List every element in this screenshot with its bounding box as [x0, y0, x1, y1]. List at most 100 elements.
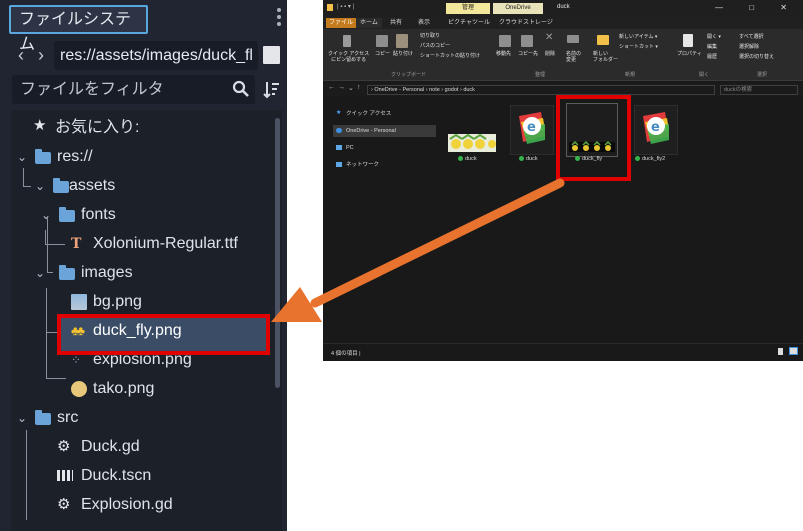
tree-item-label: src	[57, 409, 79, 426]
tako-sprite-icon	[71, 381, 87, 397]
details-view-icon[interactable]	[778, 348, 783, 355]
delete-icon: ✕	[545, 32, 554, 43]
window-controls[interactable]: — □ ✕	[715, 3, 799, 12]
recent-chevron-icon[interactable]: ⌄	[348, 84, 354, 92]
tree-guide	[45, 244, 65, 245]
tab-cloud-storage[interactable]: クラウドストレージ	[499, 18, 553, 28]
font-file-icon: T	[71, 236, 82, 252]
properties-icon	[683, 34, 693, 47]
context-tab-onedrive[interactable]: OneDrive	[493, 3, 543, 14]
large-icons-view-icon[interactable]	[789, 347, 798, 355]
chevron-down-icon[interactable]: ⌄	[17, 405, 27, 431]
paste-button[interactable]: 貼り付け	[393, 51, 413, 57]
file-thumbnail-duck-fly2[interactable]: e	[634, 105, 678, 155]
explorer-window: | ▪ ▪ ▾ | 管理 OneDrive duck — □ ✕ ファイル ホー…	[323, 0, 803, 361]
search-icon[interactable]	[232, 80, 250, 98]
copy-to-icon	[521, 35, 533, 47]
group-organize-label: 整理	[535, 72, 546, 78]
copy-button[interactable]: コピー	[375, 51, 390, 57]
highlight-box-dock	[57, 314, 270, 355]
file-name: duck	[526, 156, 538, 162]
split-view-button[interactable]	[263, 46, 280, 64]
back-icon[interactable]: ‹	[18, 42, 24, 68]
search-input[interactable]: duckの検索	[720, 85, 798, 95]
group-select-label: 選択	[757, 72, 768, 78]
gear-icon: ⚙	[57, 496, 71, 513]
history-button[interactable]: 履歴	[707, 54, 717, 60]
nav-item-network[interactable]: ネットワーク	[336, 160, 379, 170]
file-thumbnail-duck-png[interactable]	[448, 133, 496, 154]
tab-share[interactable]: 共有	[390, 18, 402, 28]
chevron-down-icon[interactable]: ⌄	[35, 173, 45, 199]
edit-button[interactable]: 編集	[707, 44, 717, 50]
sort-icon[interactable]	[263, 80, 280, 99]
sync-ok-icon	[635, 156, 640, 162]
group-new-label: 新規	[625, 72, 636, 78]
rename-button[interactable]: 名前の 変更	[566, 51, 581, 63]
svg-text:e: e	[527, 120, 536, 135]
tree-scrollbar[interactable]	[275, 118, 280, 388]
image-thumbnail-icon	[71, 294, 87, 310]
tree-guide	[47, 272, 53, 273]
invert-selection-button[interactable]: 選択の切り替え	[739, 54, 774, 60]
pin-quick-access-button[interactable]: クイック アクセス にピン留めする	[328, 51, 369, 63]
select-all-button[interactable]: すべて選択	[739, 34, 763, 40]
chevron-down-icon[interactable]: ⌄	[17, 144, 27, 170]
dock-title-tab[interactable]: ファイルシステム	[9, 5, 148, 53]
open-button[interactable]: 開く ▾	[707, 34, 721, 40]
pin-icon	[343, 35, 351, 47]
address-breadcrumb[interactable]: › OneDrive - Personal › note › godot › d…	[367, 85, 715, 95]
forward-arrow-icon[interactable]: →	[338, 84, 345, 91]
clapperboard-icon	[57, 470, 73, 481]
ribbon: クイック アクセス にピン留めする コピー 貼り付け 切り取り パスのコピー シ…	[323, 29, 803, 81]
tree-item-label: res://	[57, 148, 93, 165]
nav-item-pc[interactable]: PC	[336, 143, 354, 153]
file-thumbnail-duck-godot[interactable]: e	[510, 105, 554, 155]
nav-item-quick-access[interactable]: ★ クイック アクセス	[336, 109, 391, 119]
shortcut-button[interactable]: ショートカット ▾	[619, 44, 658, 50]
tab-picture-tools[interactable]: ピクチャツール	[448, 18, 490, 28]
copy-path-button[interactable]: パスのコピー	[420, 43, 450, 49]
new-folder-button[interactable]: 新しい フォルダー	[593, 51, 618, 63]
tree-guide	[46, 378, 66, 379]
select-none-button[interactable]: 選択解除	[739, 44, 759, 50]
tree-item-label: Explosion.gd	[81, 496, 173, 513]
svg-text:e: e	[651, 120, 660, 135]
network-icon	[336, 162, 342, 168]
folder-icon	[35, 149, 51, 164]
paste-shortcut-button[interactable]: ショートカットの貼り付け	[420, 53, 480, 59]
back-arrow-icon[interactable]: ←	[328, 84, 335, 91]
rename-icon	[567, 35, 579, 43]
nav-item-label: クイック アクセス	[346, 111, 392, 117]
tree-guide	[45, 230, 46, 244]
new-item-button[interactable]: 新しいアイテム ▾	[619, 34, 657, 40]
dock-menu-icon[interactable]	[277, 8, 283, 32]
up-arrow-icon[interactable]: ↑	[357, 84, 361, 91]
tree-guide	[23, 186, 31, 187]
copy-icon	[376, 35, 388, 47]
nav-item-label: ネットワーク	[346, 162, 380, 168]
status-bar	[323, 343, 803, 361]
file-name: duck_fly2	[642, 156, 666, 162]
tree-item-label: bg.png	[93, 293, 142, 310]
move-to-button[interactable]: 移動先	[496, 51, 511, 57]
context-tab-manage[interactable]: 管理	[446, 3, 490, 14]
tree-item-label: Xolonium-Regular.ttf	[93, 235, 238, 252]
properties-button[interactable]: プロパティ	[677, 51, 702, 57]
copy-to-button[interactable]: コピー先	[518, 51, 538, 57]
sync-ok-icon	[458, 156, 463, 162]
tab-home[interactable]: ホーム	[356, 18, 382, 28]
path-input[interactable]: res://assets/images/duck_fl	[54, 41, 258, 70]
chevron-down-icon[interactable]: ⌄	[41, 202, 51, 228]
cut-button[interactable]: 切り取り	[420, 33, 440, 39]
file-name: duck	[465, 156, 477, 162]
filter-input[interactable]: ファイルをフィルタ	[12, 75, 255, 104]
forward-icon[interactable]: ›	[38, 42, 44, 68]
chevron-down-icon[interactable]: ⌄	[35, 260, 45, 286]
nav-item-onedrive[interactable]: OneDrive - Personal	[336, 126, 396, 136]
highlight-box-explorer	[556, 95, 631, 181]
delete-button[interactable]: 削除	[545, 51, 555, 57]
tab-file[interactable]: ファイル	[326, 18, 357, 28]
quick-access-toolbar-icon[interactable]: | ▪ ▪ ▾ |	[337, 3, 354, 10]
tab-view[interactable]: 表示	[418, 18, 430, 28]
